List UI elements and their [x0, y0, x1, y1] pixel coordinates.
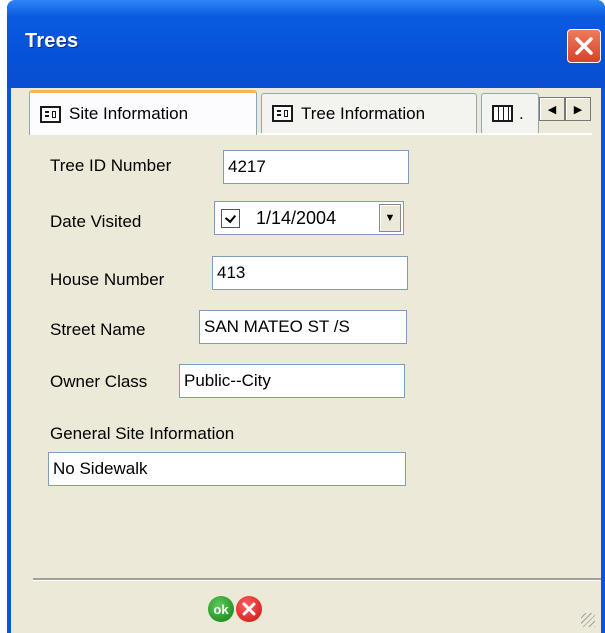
- general-site-info-field[interactable]: No Sidewalk: [48, 452, 406, 486]
- tab-label: Site Information: [69, 104, 189, 123]
- house-number-label: House Number: [50, 270, 165, 289]
- street-name-field[interactable]: SAN MATEO ST /S: [199, 310, 407, 344]
- ok-icon: ok: [213, 601, 229, 617]
- resize-grip[interactable]: [581, 613, 595, 627]
- owner-class-field[interactable]: Public--City: [179, 364, 405, 398]
- date-enabled-checkbox[interactable]: [221, 208, 240, 228]
- close-icon: [575, 37, 593, 55]
- date-dropdown-button[interactable]: ▼: [379, 204, 401, 232]
- general-site-info-label: General Site Information: [50, 424, 235, 443]
- date-visited-picker[interactable]: 1/14/2004 ▼: [214, 201, 404, 235]
- chevron-down-icon: ▼: [384, 212, 396, 224]
- ok-button[interactable]: ok: [208, 596, 234, 622]
- form-icon: [272, 105, 293, 122]
- tab-scroll-right-button[interactable]: ▶: [565, 97, 591, 121]
- arrow-left-icon: ◀: [547, 103, 557, 116]
- cancel-icon: [242, 602, 256, 616]
- close-button[interactable]: [567, 29, 601, 63]
- date-visited-label: Date Visited: [50, 212, 142, 231]
- form-client-area: Site Information Tree Information . ◀ ▶ …: [11, 88, 601, 633]
- owner-class-label: Owner Class: [50, 372, 148, 391]
- trees-window: Trees Site Information Tree Information …: [7, 0, 605, 633]
- tab-label: Tree Information: [301, 103, 426, 123]
- street-name-label: Street Name: [50, 320, 146, 339]
- table-icon: [492, 105, 513, 122]
- footer-separator: [33, 578, 601, 581]
- tab-site-information[interactable]: Site Information: [29, 90, 257, 135]
- house-number-field[interactable]: 413: [212, 256, 408, 290]
- cancel-button[interactable]: [236, 596, 262, 622]
- tree-id-field[interactable]: 4217: [223, 150, 409, 184]
- tab-scroll-left-button[interactable]: ◀: [539, 97, 565, 121]
- arrow-right-icon: ▶: [573, 103, 583, 116]
- tree-id-label: Tree ID Number: [50, 156, 172, 175]
- form-icon: [40, 105, 61, 123]
- date-visited-value: 1/14/2004: [256, 207, 337, 228]
- tab-label: .: [519, 103, 524, 123]
- tab-scroll-buttons: ◀ ▶: [539, 97, 591, 121]
- tab-tree-information[interactable]: Tree Information: [261, 93, 477, 133]
- window-title: Trees: [25, 30, 79, 52]
- title-bar[interactable]: Trees: [7, 0, 605, 88]
- tab-truncated[interactable]: .: [481, 93, 539, 133]
